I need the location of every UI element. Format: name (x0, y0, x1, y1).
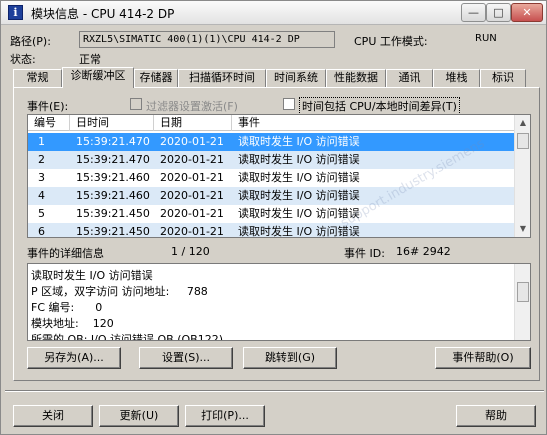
event-date: 2020-01-21 (160, 153, 224, 166)
event-date: 2020-01-21 (160, 189, 224, 202)
goto-button[interactable]: 跳转到(G) (243, 347, 337, 369)
info-icon: i (8, 5, 23, 20)
filter-active-checkbox[interactable] (130, 98, 142, 110)
event-list[interactable]: 编号 日时间 日期 事件 1 15:39:21.470 2020-01-21 读… (27, 114, 531, 238)
footer-separator (5, 390, 544, 392)
event-row[interactable]: 5 15:39:21.450 2020-01-21 读取时发生 I/O 访问错误 (28, 205, 516, 223)
event-row[interactable]: 1 15:39:21.470 2020-01-21 读取时发生 I/O 访问错误 (28, 133, 516, 151)
tab-performance-data[interactable]: 性能数据 (326, 69, 386, 87)
detail-line: FC 编号: 0 (31, 301, 103, 314)
status-value: 正常 (79, 53, 101, 66)
window-title: 模块信息 - CPU 414-2 DP (31, 7, 175, 21)
event-row[interactable]: 6 15:39:21.450 2020-01-21 读取时发生 I/O 访问错误 (28, 223, 516, 238)
event-date: 2020-01-21 (160, 171, 224, 184)
print-button[interactable]: 打印(P)... (185, 405, 265, 427)
event-date: 2020-01-21 (160, 207, 224, 220)
path-label: 路径(P): (10, 35, 51, 48)
detail-line: 模块地址: 120 (31, 317, 114, 330)
detail-line: P 区域，双字访问 访问地址: 788 (31, 285, 208, 298)
event-date: 2020-01-21 (160, 225, 224, 238)
tab-scan-cycle-time[interactable]: 扫描循环时间 (178, 69, 266, 87)
settings-button[interactable]: 设置(S)... (139, 347, 233, 369)
col-event[interactable]: 事件 (232, 115, 516, 131)
path-field: RXZL5\SIMATIC 400(1)(1)\CPU 414-2 DP (79, 31, 335, 48)
event-date: 2020-01-21 (160, 135, 224, 148)
event-list-scrollbar[interactable]: ▲ ▼ (514, 115, 530, 237)
event-text: 读取时发生 I/O 访问错误 (238, 153, 360, 166)
details-position: 1 / 120 (171, 245, 210, 258)
event-help-button[interactable]: 事件帮助(O) (435, 347, 531, 369)
event-time: 15:39:21.470 (76, 135, 150, 148)
help-button[interactable]: 帮助 (456, 405, 536, 427)
close-button[interactable]: 关闭 (13, 405, 93, 427)
title-bar[interactable]: i 模块信息 - CPU 414-2 DP — □ ✕ (1, 1, 546, 25)
minimize-button[interactable]: — (461, 3, 486, 22)
events-label: 事件(E): (27, 100, 69, 113)
tab-general[interactable]: 常规 (13, 69, 62, 87)
module-info-window: i 模块信息 - CPU 414-2 DP — □ ✕ 路径(P): RXZL5… (0, 0, 547, 435)
col-time[interactable]: 日时间 (70, 115, 154, 131)
close-window-button[interactable]: ✕ (511, 3, 543, 22)
update-button[interactable]: 更新(U) (99, 405, 179, 427)
event-time: 15:39:21.450 (76, 207, 150, 220)
tab-identification[interactable]: 标识 (480, 69, 526, 87)
cpu-mode-label: CPU 工作模式: (354, 35, 428, 48)
tab-diagnostic-buffer[interactable]: 诊断缓冲区 (62, 67, 134, 88)
timezone-label[interactable]: 时间包括 CPU/本地时间差异(T) (299, 97, 460, 115)
scroll-down-icon[interactable]: ▼ (516, 222, 530, 236)
details-scroll-thumb[interactable] (517, 282, 529, 302)
event-number: 3 (38, 171, 45, 184)
event-list-header: 编号 日时间 日期 事件 (28, 115, 516, 131)
scroll-thumb[interactable] (517, 133, 529, 149)
event-time: 15:39:21.460 (76, 189, 150, 202)
scroll-up-icon[interactable]: ▲ (516, 116, 530, 130)
event-details-box[interactable]: 读取时发生 I/O 访问错误 P 区域，双字访问 访问地址: 788 FC 编号… (27, 263, 531, 341)
details-label: 事件的详细信息 (27, 247, 104, 260)
event-row[interactable]: 4 15:39:21.460 2020-01-21 读取时发生 I/O 访问错误 (28, 187, 516, 205)
tab-stacks[interactable]: 堆栈 (433, 69, 480, 87)
tab-memory[interactable]: 存储器 (134, 69, 178, 87)
detail-line: 读取时发生 I/O 访问错误 (31, 269, 153, 282)
event-number: 4 (38, 189, 45, 202)
event-text: 读取时发生 I/O 访问错误 (238, 171, 360, 184)
event-text: 读取时发生 I/O 访问错误 (238, 225, 360, 238)
cpu-mode-value: RUN (475, 33, 497, 44)
event-id-label: 事件 ID: (344, 247, 385, 260)
event-time: 15:39:21.470 (76, 153, 150, 166)
save-as-button[interactable]: 另存为(A)... (27, 347, 121, 369)
timezone-checkbox[interactable] (283, 98, 295, 110)
event-text: 读取时发生 I/O 访问错误 (238, 135, 360, 148)
col-number[interactable]: 编号 (28, 115, 70, 131)
event-number: 2 (38, 153, 45, 166)
status-label: 状态: (10, 53, 36, 66)
event-number: 6 (38, 225, 45, 238)
detail-line: 所需的 OB: I/O 访问错误 OB (OB122) (31, 333, 223, 341)
col-date[interactable]: 日期 (154, 115, 232, 131)
event-time: 15:39:21.450 (76, 225, 150, 238)
event-time: 15:39:21.460 (76, 171, 150, 184)
details-scrollbar[interactable] (514, 264, 530, 340)
event-id-value: 16# 2942 (396, 245, 451, 258)
event-number: 5 (38, 207, 45, 220)
tab-time-system[interactable]: 时间系统 (266, 69, 326, 87)
event-number: 1 (38, 135, 45, 148)
event-text: 读取时发生 I/O 访问错误 (238, 189, 360, 202)
tab-communication[interactable]: 通讯 (386, 69, 433, 87)
tab-strip: 常规 诊断缓冲区 存储器 扫描循环时间 时间系统 性能数据 通讯 堆栈 标识 (13, 67, 539, 88)
filter-active-label: 过滤器设置激活(F) (146, 100, 238, 113)
maximize-button[interactable]: □ (486, 3, 511, 22)
